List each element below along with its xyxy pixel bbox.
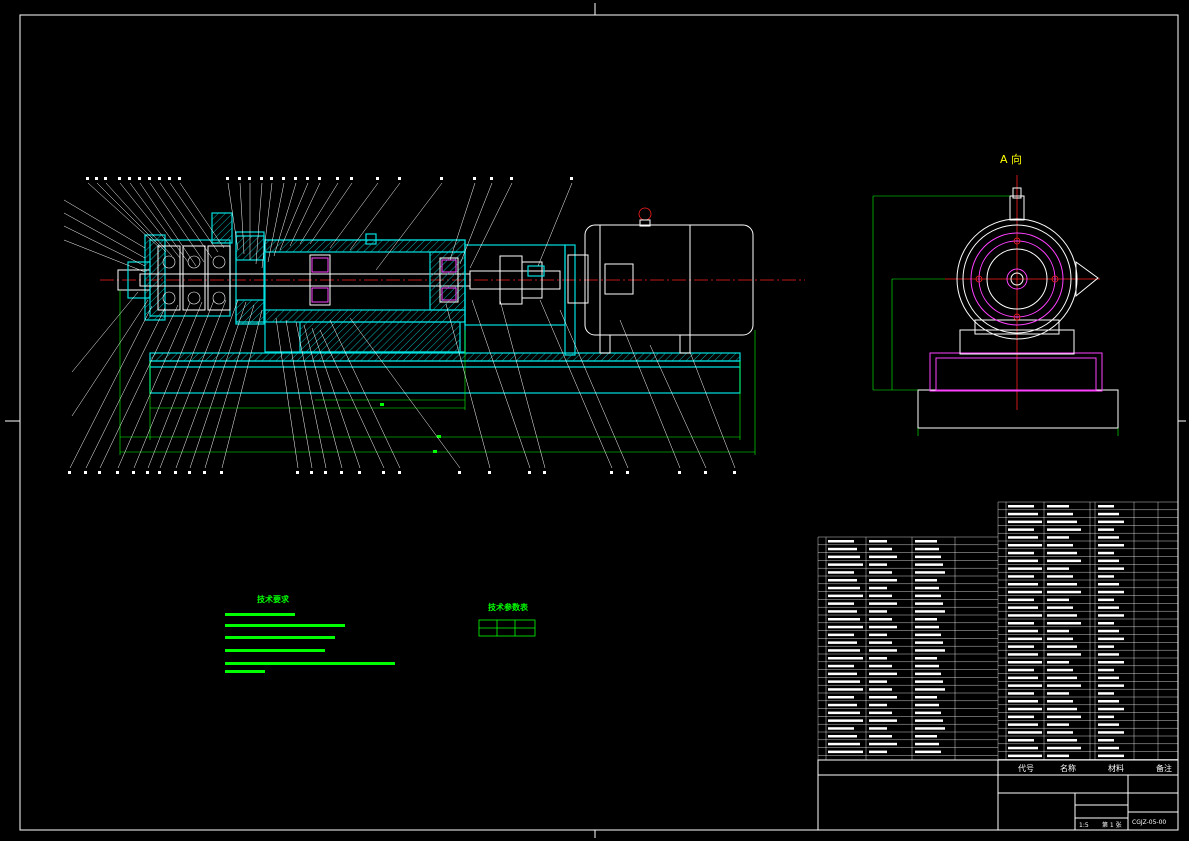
tech-params-title: 技术参数表 — [488, 602, 529, 612]
view-label: A 向 — [1000, 152, 1022, 166]
drawing-number: CGJZ-05-00 — [1132, 819, 1166, 826]
tech-requirements-title: 技术要求 — [257, 594, 290, 604]
tech-requirements: 技术要求 — [225, 594, 395, 673]
tech-params-table: 技术参数表 — [478, 602, 536, 637]
header-code: 代号 — [1018, 763, 1034, 773]
cad-drawing: A 向 技术要求 技术参数表 代号 名称 材料 备注 CGJZ-05-00 1:… — [5, 3, 1186, 838]
header-remark: 备注 — [1156, 763, 1172, 773]
title-block: 代号 名称 材料 备注 CGJZ-05-00 1:5 第 1 张 — [817, 759, 1179, 831]
part-balloons-top — [86, 177, 573, 180]
header-material: 材料 — [1108, 763, 1124, 773]
sheet-number: 第 1 张 — [1102, 821, 1122, 829]
header-name: 名称 — [1060, 763, 1076, 773]
parts-list — [817, 501, 1179, 760]
sheet-scale: 1:5 — [1079, 822, 1089, 829]
end-view-a: A 向 — [872, 152, 1119, 436]
main-section-view — [63, 177, 805, 474]
part-balloons-bottom — [68, 471, 736, 474]
